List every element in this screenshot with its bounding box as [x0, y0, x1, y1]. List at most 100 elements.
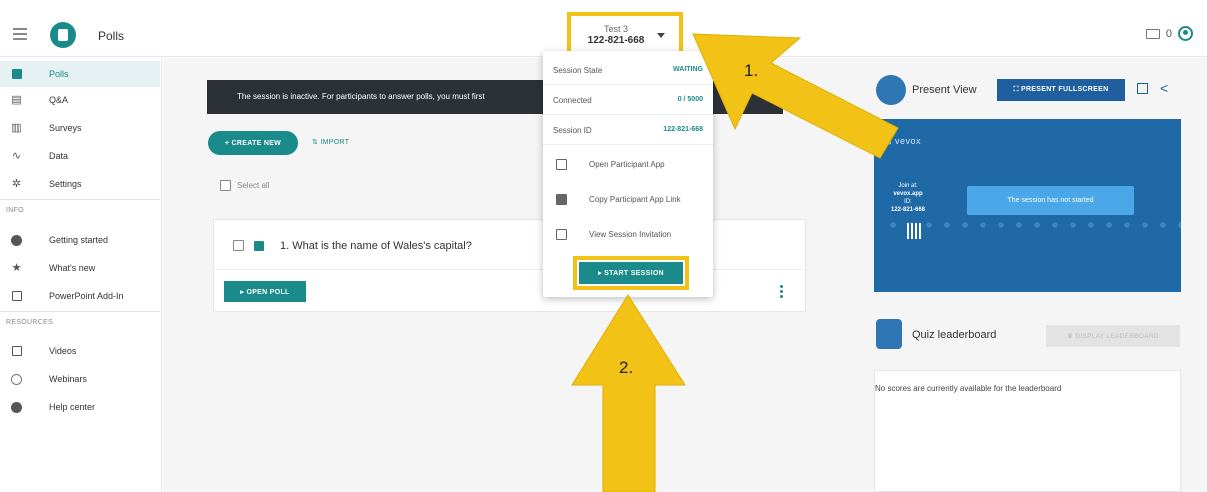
screen-icon[interactable] [1145, 28, 1160, 39]
join-at-label: Join at: [898, 183, 918, 189]
session-not-started-bubble: The session has not started [967, 186, 1134, 215]
page-title: Polls [98, 29, 125, 43]
help-circle-icon [11, 234, 22, 246]
chevron-down-icon [657, 33, 665, 38]
data-icon: ∿ [11, 149, 22, 162]
powerpoint-icon [11, 290, 22, 302]
sidebar: Polls ▤ Q&A ▥ Surveys ∿ Data ✲ Settings … [0, 58, 162, 492]
menu-item-copy-participant-link[interactable]: Copy Participant App Link [543, 182, 713, 218]
star-icon: ★ [11, 261, 22, 274]
vevox-preview-logo: ⊡ vevox [884, 136, 922, 146]
inactive-session-banner: The session is inactive. For participant… [207, 80, 587, 114]
poll-card: 1. What is the name of Wales's capital? … [213, 219, 807, 312]
connected-row: Connected 0 / 5000 [543, 85, 713, 115]
display-leaderboard-button: ♛ DISPLAY LEADERBOARD [1046, 325, 1180, 347]
present-view-icon [876, 75, 906, 105]
select-all[interactable]: Select all [220, 180, 269, 191]
more-options-icon[interactable] [780, 285, 783, 300]
quiz-leaderboard-title: Quiz leaderboard [912, 329, 997, 341]
select-all-label: Select all [237, 181, 270, 190]
menu-item-open-participant-app[interactable]: Open Participant App [543, 147, 713, 183]
external-link-icon[interactable] [1137, 83, 1148, 94]
sidebar-item-label: Surveys [49, 123, 82, 133]
session-id-row: Session ID 122-821-668 [543, 115, 713, 145]
sidebar-item-label: Getting started [49, 235, 109, 245]
present-view-title: Present View [912, 84, 977, 96]
sidebar-item-label: Polls [49, 69, 69, 79]
sidebar-item-videos[interactable]: Videos [0, 338, 160, 364]
id-value: 122-821-668 [890, 207, 926, 213]
decorative-dots [884, 221, 1181, 229]
sidebar-item-label: Data [49, 151, 69, 161]
sidebar-item-label: Videos [49, 346, 77, 356]
menu-item-label: View Session Invitation [589, 230, 672, 239]
vevox-logo [50, 22, 76, 48]
poll-row[interactable]: 1. What is the name of Wales's capital? [214, 220, 807, 270]
copy-icon [556, 194, 567, 205]
sidebar-divider [0, 311, 160, 312]
sidebar-item-polls[interactable]: Polls [0, 61, 160, 87]
session-name: Test 3 [603, 24, 628, 34]
help-circle-icon [11, 401, 22, 413]
sidebar-item-webinars[interactable]: Webinars [0, 366, 160, 392]
status-badge: WAITING [673, 66, 703, 73]
sidebar-item-settings[interactable]: ✲ Settings [0, 171, 160, 197]
sidebar-item-qa[interactable]: ▤ Q&A [0, 87, 160, 113]
sidebar-divider [0, 199, 160, 200]
external-link-icon [556, 159, 567, 170]
user-account-icon[interactable] [1178, 26, 1193, 41]
menu-item-label: Open Participant App [589, 160, 665, 169]
sidebar-item-label: Q&A [49, 95, 69, 105]
session-dropdown-menu: Session State WAITING Connected 0 / 5000… [543, 51, 713, 297]
session-state-row: Session State WAITING [543, 55, 713, 85]
start-session-button[interactable]: ▸ START SESSION [579, 262, 683, 284]
sidebar-item-label: Webinars [49, 374, 87, 384]
leaderboard-empty-text: No scores are currently available for th… [875, 384, 1062, 393]
select-all-checkbox[interactable] [220, 180, 231, 191]
open-poll-button[interactable]: ▸ OPEN POLL [224, 281, 306, 302]
qr-code-icon [907, 223, 923, 239]
create-new-button[interactable]: + CREATE NEW [208, 131, 298, 155]
inactive-session-banner-tail [713, 80, 783, 114]
sidebar-item-data[interactable]: ∿ Data [0, 143, 160, 169]
menu-item-label: Copy Participant App Link [589, 195, 681, 204]
sidebar-item-powerpoint-addin[interactable]: PowerPoint Add-In [0, 283, 160, 309]
present-preview: ⊡ vevox Join at: vevox.app ID: 122-821-6… [874, 119, 1181, 292]
share-icon[interactable]: < [1160, 80, 1168, 96]
row-key: Connected [553, 96, 592, 105]
row-key: Session State [553, 66, 603, 75]
calendar-icon [556, 229, 567, 240]
sidebar-item-label: What's new [49, 263, 96, 273]
poll-title: 1. What is the name of Wales's capital? [280, 240, 472, 252]
step-2-label: 2. [619, 358, 634, 377]
join-info: Join at: vevox.app ID: 122-821-668 [890, 182, 926, 214]
notification-count: 0 [1165, 27, 1172, 40]
connected-count: 0 / 5000 [677, 96, 703, 103]
clock-icon [11, 373, 22, 385]
menu-item-view-session-invitation[interactable]: View Session Invitation [543, 217, 713, 253]
poll-type-icon [254, 241, 264, 251]
sidebar-section-info: INFO [6, 207, 24, 214]
poll-checkbox[interactable] [233, 240, 244, 251]
hamburger-menu-icon[interactable] [13, 28, 27, 40]
surveys-icon: ▥ [11, 121, 22, 134]
row-key: Session ID [553, 126, 592, 135]
sidebar-item-help-center[interactable]: Help center [0, 394, 160, 420]
present-fullscreen-button[interactable]: ⛶ PRESENT FULLSCREEN [997, 79, 1125, 101]
sidebar-item-whats-new[interactable]: ★ What's new [0, 255, 160, 281]
gear-icon: ✲ [11, 177, 22, 190]
sidebar-item-getting-started[interactable]: Getting started [0, 227, 160, 253]
import-link[interactable]: ⇅ IMPORT [312, 138, 349, 146]
header-right-icons: 0 [1145, 26, 1193, 41]
sidebar-section-resources: RESOURCES [6, 319, 54, 326]
sidebar-item-surveys[interactable]: ▥ Surveys [0, 115, 160, 141]
session-id-value: 122-821-668 [663, 126, 703, 133]
sidebar-item-label: Settings [49, 179, 82, 189]
qa-icon: ▤ [11, 93, 22, 106]
sidebar-item-label: PowerPoint Add-In [49, 291, 124, 301]
polls-icon [11, 68, 22, 80]
leaderboard-box: No scores are currently available for th… [874, 370, 1181, 492]
session-code: 122-821-668 [587, 35, 645, 46]
quiz-leaderboard-icon [876, 319, 902, 349]
join-url: vevox.app [893, 191, 923, 197]
